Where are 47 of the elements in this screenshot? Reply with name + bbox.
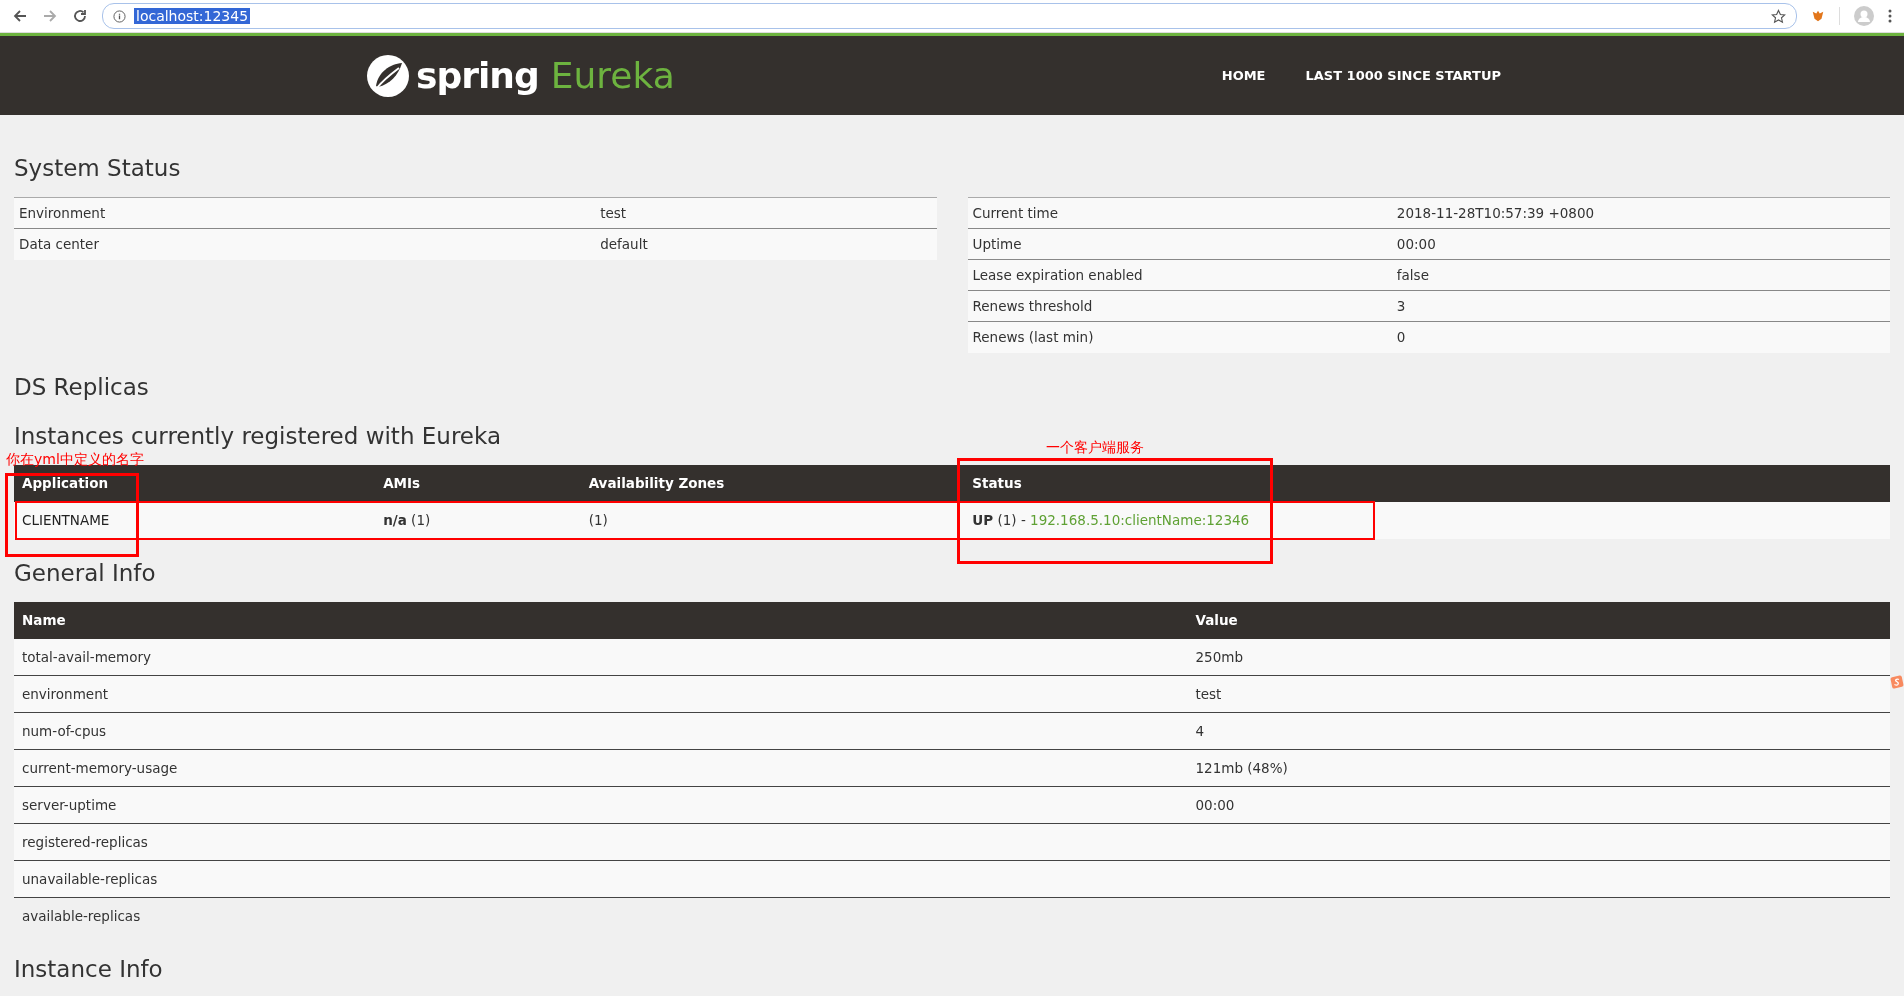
table-cell: current-memory-usage	[14, 749, 1188, 787]
table-cell: Current time	[967, 197, 1392, 229]
table-cell: test	[595, 197, 937, 229]
table-cell: Uptime	[967, 228, 1392, 260]
address-bar[interactable]: localhost:12345	[102, 3, 1797, 29]
table-cell: registered-replicas	[14, 823, 1188, 861]
table-cell: n/a (1)	[375, 501, 581, 539]
table-cell: available-replicas	[14, 897, 1188, 935]
table-cell: false	[1391, 259, 1890, 291]
section-title: General Info	[14, 558, 156, 588]
table-cell: test	[1187, 675, 1890, 713]
nav-link[interactable]: HOME	[1221, 68, 1266, 83]
table-cell: unavailable-replicas	[14, 860, 1188, 898]
table-cell: Data center	[14, 228, 596, 260]
status-text: UP (1) -	[972, 512, 1026, 528]
annotation-label: 一个客户端服务	[1046, 439, 1144, 457]
table-cell: num-of-cpus	[14, 712, 1188, 750]
section-title: Instance Info	[14, 954, 163, 984]
table-cell: Renews threshold	[967, 290, 1392, 322]
table-cell: server-uptime	[14, 786, 1188, 824]
table-cell: 250mb	[1187, 638, 1890, 676]
table-cell: (1)	[580, 501, 965, 539]
table-cell: CLIENTNAME	[14, 501, 376, 539]
table-cell: 4	[1187, 712, 1890, 750]
table-cell: 00:00	[1391, 228, 1890, 260]
product-name: Eureka	[550, 55, 675, 96]
nav-link[interactable]: LAST 1000 SINCE STARTUP	[1305, 68, 1501, 83]
column-header: Value	[1187, 601, 1890, 639]
table-cell: Lease expiration enabled	[967, 259, 1392, 291]
table-cell: 00:00	[1187, 786, 1890, 824]
table-cell: 3	[1391, 290, 1890, 322]
column-header: Name	[14, 601, 1188, 639]
table-cell: Renews (last min)	[967, 321, 1392, 353]
section-title: DS Replicas	[14, 372, 149, 402]
table-cell: 2018-11-28T10:57:39 +0800	[1391, 197, 1890, 229]
column-header: Status	[964, 464, 1890, 502]
table-cell: total-avail-memory	[14, 638, 1188, 676]
table-cell: Environment	[14, 197, 596, 229]
section-title: Instances currently registered with Eureka	[14, 421, 501, 451]
table-cell: environment	[14, 675, 1188, 713]
column-header: AMIs	[375, 464, 581, 502]
column-header: Availability Zones	[580, 464, 965, 502]
brand-name: spring	[416, 55, 539, 96]
section-title: System Status	[14, 154, 181, 183]
table-cell: 121mb (48%)	[1187, 749, 1890, 787]
table-cell: 0	[1391, 321, 1890, 353]
table-cell: default	[595, 228, 937, 260]
